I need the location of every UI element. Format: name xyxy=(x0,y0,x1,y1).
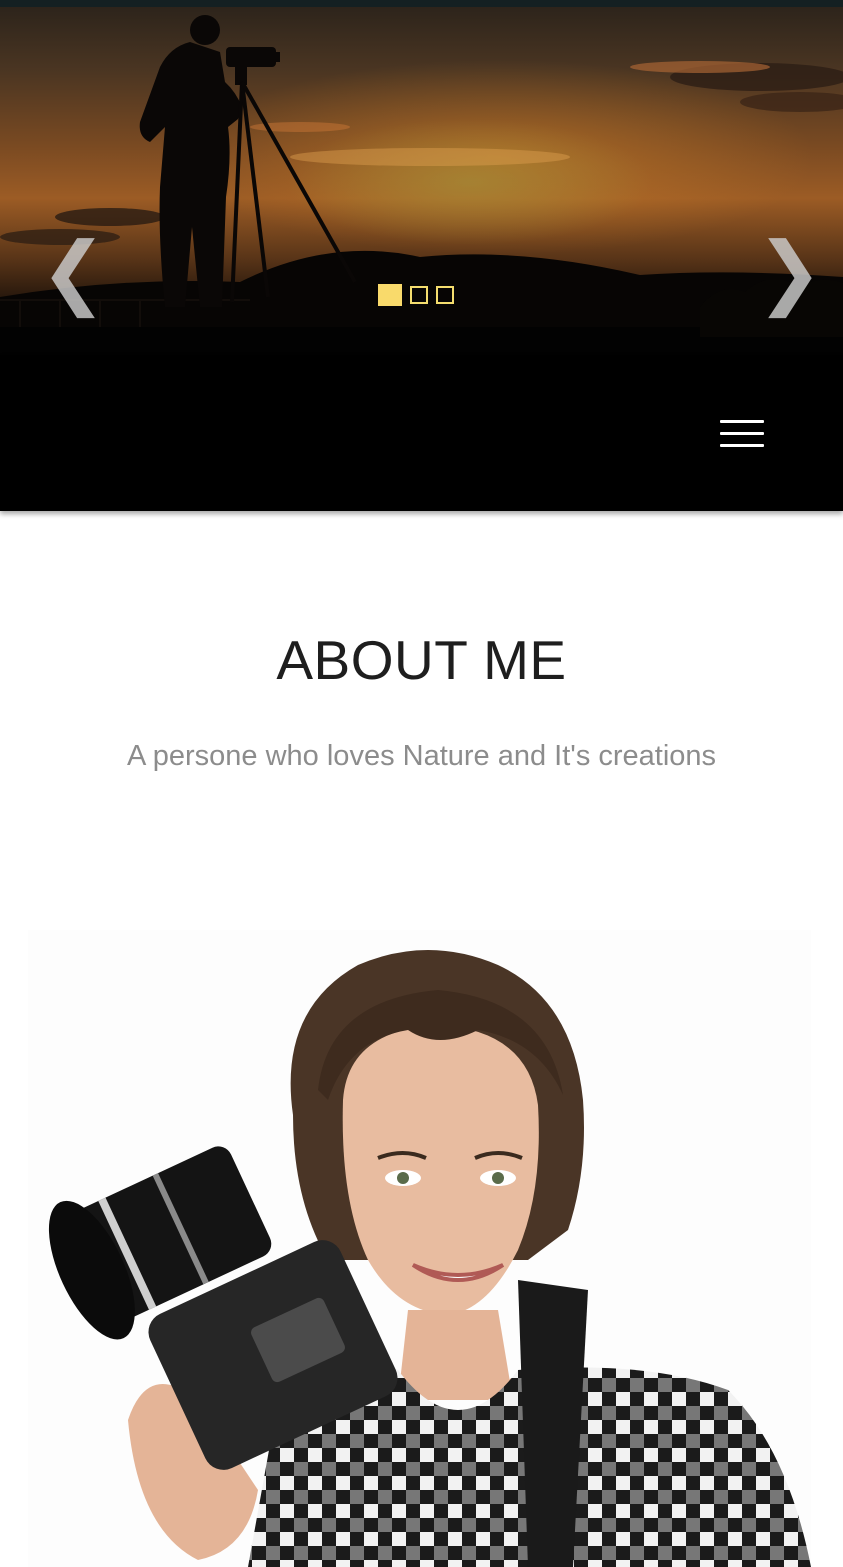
hamburger-line xyxy=(720,444,764,447)
slider-indicator-2[interactable] xyxy=(410,286,428,304)
hamburger-menu-icon[interactable] xyxy=(720,415,764,449)
photographer-portrait-illustration xyxy=(48,950,811,1567)
chevron-left-icon[interactable]: ❮ xyxy=(40,225,107,318)
slider-prev-button[interactable]: ❮ xyxy=(40,232,107,312)
hamburger-line xyxy=(720,432,764,435)
hamburger-line xyxy=(720,420,764,423)
about-subtitle: A persone who loves Nature and It's crea… xyxy=(126,740,717,772)
slider-indicators xyxy=(378,284,454,306)
about-title: ABOUT ME xyxy=(276,629,567,691)
slider-indicator-1[interactable] xyxy=(378,284,402,306)
slider-indicator-3[interactable] xyxy=(436,286,454,304)
chevron-right-icon[interactable]: ❯ xyxy=(756,225,823,318)
top-status-strip xyxy=(0,0,843,7)
portrait-image xyxy=(28,930,811,1567)
hero-slider: ❮ ❯ xyxy=(0,7,843,355)
slider-next-button[interactable]: ❯ xyxy=(756,232,823,312)
header-bar xyxy=(0,355,843,511)
